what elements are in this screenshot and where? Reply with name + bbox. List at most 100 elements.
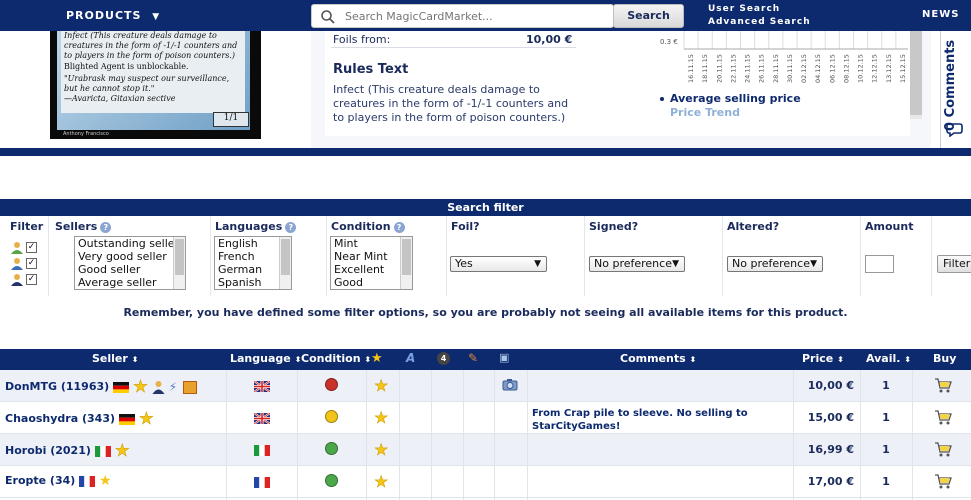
comments-tab[interactable]: 0 Comments [940, 31, 971, 148]
sort-icon: ⬍ [131, 355, 139, 364]
listbox-scrollbar-thumb[interactable] [175, 239, 184, 275]
seller-name-link[interactable]: DonMTG (11963) [5, 380, 109, 393]
comment-cell: From Crap pile to sleeve. No selling to … [532, 408, 748, 432]
card-text-line: Infect (This creature deals damage to [64, 31, 217, 40]
listbox-scrollbar[interactable] [400, 237, 412, 289]
grid-line [446, 216, 447, 296]
listbox-scrollbar-thumb[interactable] [402, 239, 411, 275]
signed-select[interactable]: No preference ▼ [589, 256, 685, 272]
professional-user-icon [11, 258, 23, 270]
comments-column-header[interactable]: Comments ⬍ [620, 352, 696, 365]
header-label: Comments [620, 352, 686, 365]
language-column-header[interactable]: Language ⬍ [230, 352, 301, 365]
price-cell: 10,00 € [807, 379, 854, 392]
add-to-cart-button[interactable] [934, 409, 952, 429]
user-search-link[interactable]: User Search [708, 3, 811, 16]
photo-cell[interactable] [502, 378, 518, 394]
private-user-icon [11, 242, 23, 254]
photo-column-header[interactable]: ▣ [499, 351, 509, 364]
foil-select[interactable]: Yes ▼ [450, 256, 547, 272]
powerseller-user-icon [11, 274, 23, 286]
grid-line [912, 370, 913, 500]
legend-trend-label: Price Trend [670, 106, 740, 119]
search-filter-header: Search filter [0, 199, 971, 216]
chart-x-tick-label: 02.12.15 [800, 54, 808, 83]
signed-select-value: No preference [594, 257, 672, 270]
star-column-header[interactable]: ★ [371, 351, 383, 366]
cart-icon [935, 442, 952, 457]
news-link[interactable]: NEWS [922, 9, 959, 20]
condition-column-header[interactable]: Condition ⬍ [301, 352, 371, 365]
seller-name-link[interactable]: Horobi (2021) [5, 444, 91, 457]
price-chart-grid: 16.11.15 18.11.15 20.11.15 22.11.15 24.11.15… [683, 31, 908, 83]
search-button[interactable]: Search [613, 4, 684, 28]
seller-cell: Eropte (34) ★ [5, 473, 112, 489]
add-to-cart-button[interactable] [934, 377, 952, 397]
altered-select[interactable]: No preference ▼ [727, 256, 823, 272]
listbox-scrollbar-thumb[interactable] [281, 239, 290, 275]
gift-icon [183, 380, 198, 394]
seller-name-link[interactable]: Chaoshydra (343) [5, 412, 115, 425]
grid-line [860, 370, 861, 500]
playset-column-header[interactable]: 4 [437, 351, 450, 365]
list-item[interactable]: Average seller [75, 276, 185, 289]
professional-seller-icon [152, 380, 165, 394]
languages-listbox[interactable]: English French German Spanish [214, 236, 292, 290]
comments-tab-label: 0 Comments [943, 39, 958, 131]
listbox-scrollbar[interactable] [279, 237, 291, 289]
price-cell: 17,00 € [807, 475, 854, 488]
condition-column-label: Condition? [331, 220, 405, 233]
legend-trend[interactable]: Price Trend [660, 106, 801, 120]
signed-column-header[interactable]: A [406, 351, 415, 365]
bullet-icon [660, 111, 664, 115]
avail-column-header[interactable]: Avail. ⬍ [866, 352, 911, 365]
help-icon[interactable]: ? [285, 221, 297, 233]
listbox-scrollbar[interactable] [173, 237, 185, 289]
avail-cell: 1 [882, 379, 890, 392]
add-to-cart-button[interactable] [934, 473, 952, 493]
list-item[interactable]: Very good seller [75, 250, 185, 263]
help-icon[interactable]: ? [393, 221, 405, 233]
add-to-cart-button[interactable] [934, 441, 952, 461]
help-icon[interactable]: ? [100, 221, 112, 233]
filter-button[interactable]: Filter [937, 255, 971, 273]
chart-scrollbar-thumb[interactable] [910, 31, 922, 115]
list-item[interactable]: Outstanding seller [75, 237, 185, 250]
condition-badge-icon [325, 442, 338, 455]
amount-column-label: Amount [865, 220, 914, 233]
grid-line [527, 370, 528, 500]
price-column-header[interactable]: Price ⬍ [802, 352, 844, 365]
grid-line [584, 216, 585, 296]
seller-name-link[interactable]: Eropte (34) [5, 474, 75, 487]
seller-cell: Horobi (2021) ★ [5, 441, 130, 462]
professional-user-checkbox[interactable]: ✓ [26, 258, 37, 269]
search-input[interactable] [345, 8, 605, 25]
products-menu[interactable]: PRODUCTS ▼ [66, 9, 160, 22]
list-item[interactable]: Good seller [75, 263, 185, 276]
sellers-listbox[interactable]: Outstanding seller Very good seller Good… [74, 236, 186, 290]
signed-column-label: Signed? [589, 220, 639, 233]
playset-icon: 4 [437, 352, 450, 365]
powerseller-user-checkbox[interactable]: ✓ [26, 274, 37, 285]
seller-column-header[interactable]: Seller ⬍ [92, 352, 138, 365]
first-edition-cell: ★ [374, 376, 389, 396]
reputation-star-icon: ★ [98, 473, 112, 489]
chart-x-tick-label: 22.11.15 [729, 54, 737, 83]
sellers-label-text: Sellers [55, 220, 98, 233]
advanced-search-link[interactable]: Advanced Search [708, 16, 811, 29]
condition-badge-icon [325, 378, 338, 391]
private-user-checkbox[interactable]: ✓ [26, 242, 37, 253]
legend-average[interactable]: Average selling price [660, 92, 801, 106]
star-icon: ★ [374, 376, 389, 396]
italian-flag-icon [94, 445, 111, 457]
grid-line [494, 370, 495, 500]
condition-cell [325, 442, 338, 458]
star-icon: ★ [374, 440, 389, 460]
foils-label: Foils from: [333, 33, 391, 46]
amount-input[interactable] [865, 255, 894, 273]
condition-badge-icon [325, 410, 338, 423]
condition-listbox[interactable]: Mint Near Mint Excellent Good [330, 236, 413, 290]
cart-icon [935, 378, 952, 393]
filter-warning-message: Remember, you have defined some filter o… [123, 306, 848, 319]
altered-column-header[interactable]: ✎ [468, 351, 478, 365]
